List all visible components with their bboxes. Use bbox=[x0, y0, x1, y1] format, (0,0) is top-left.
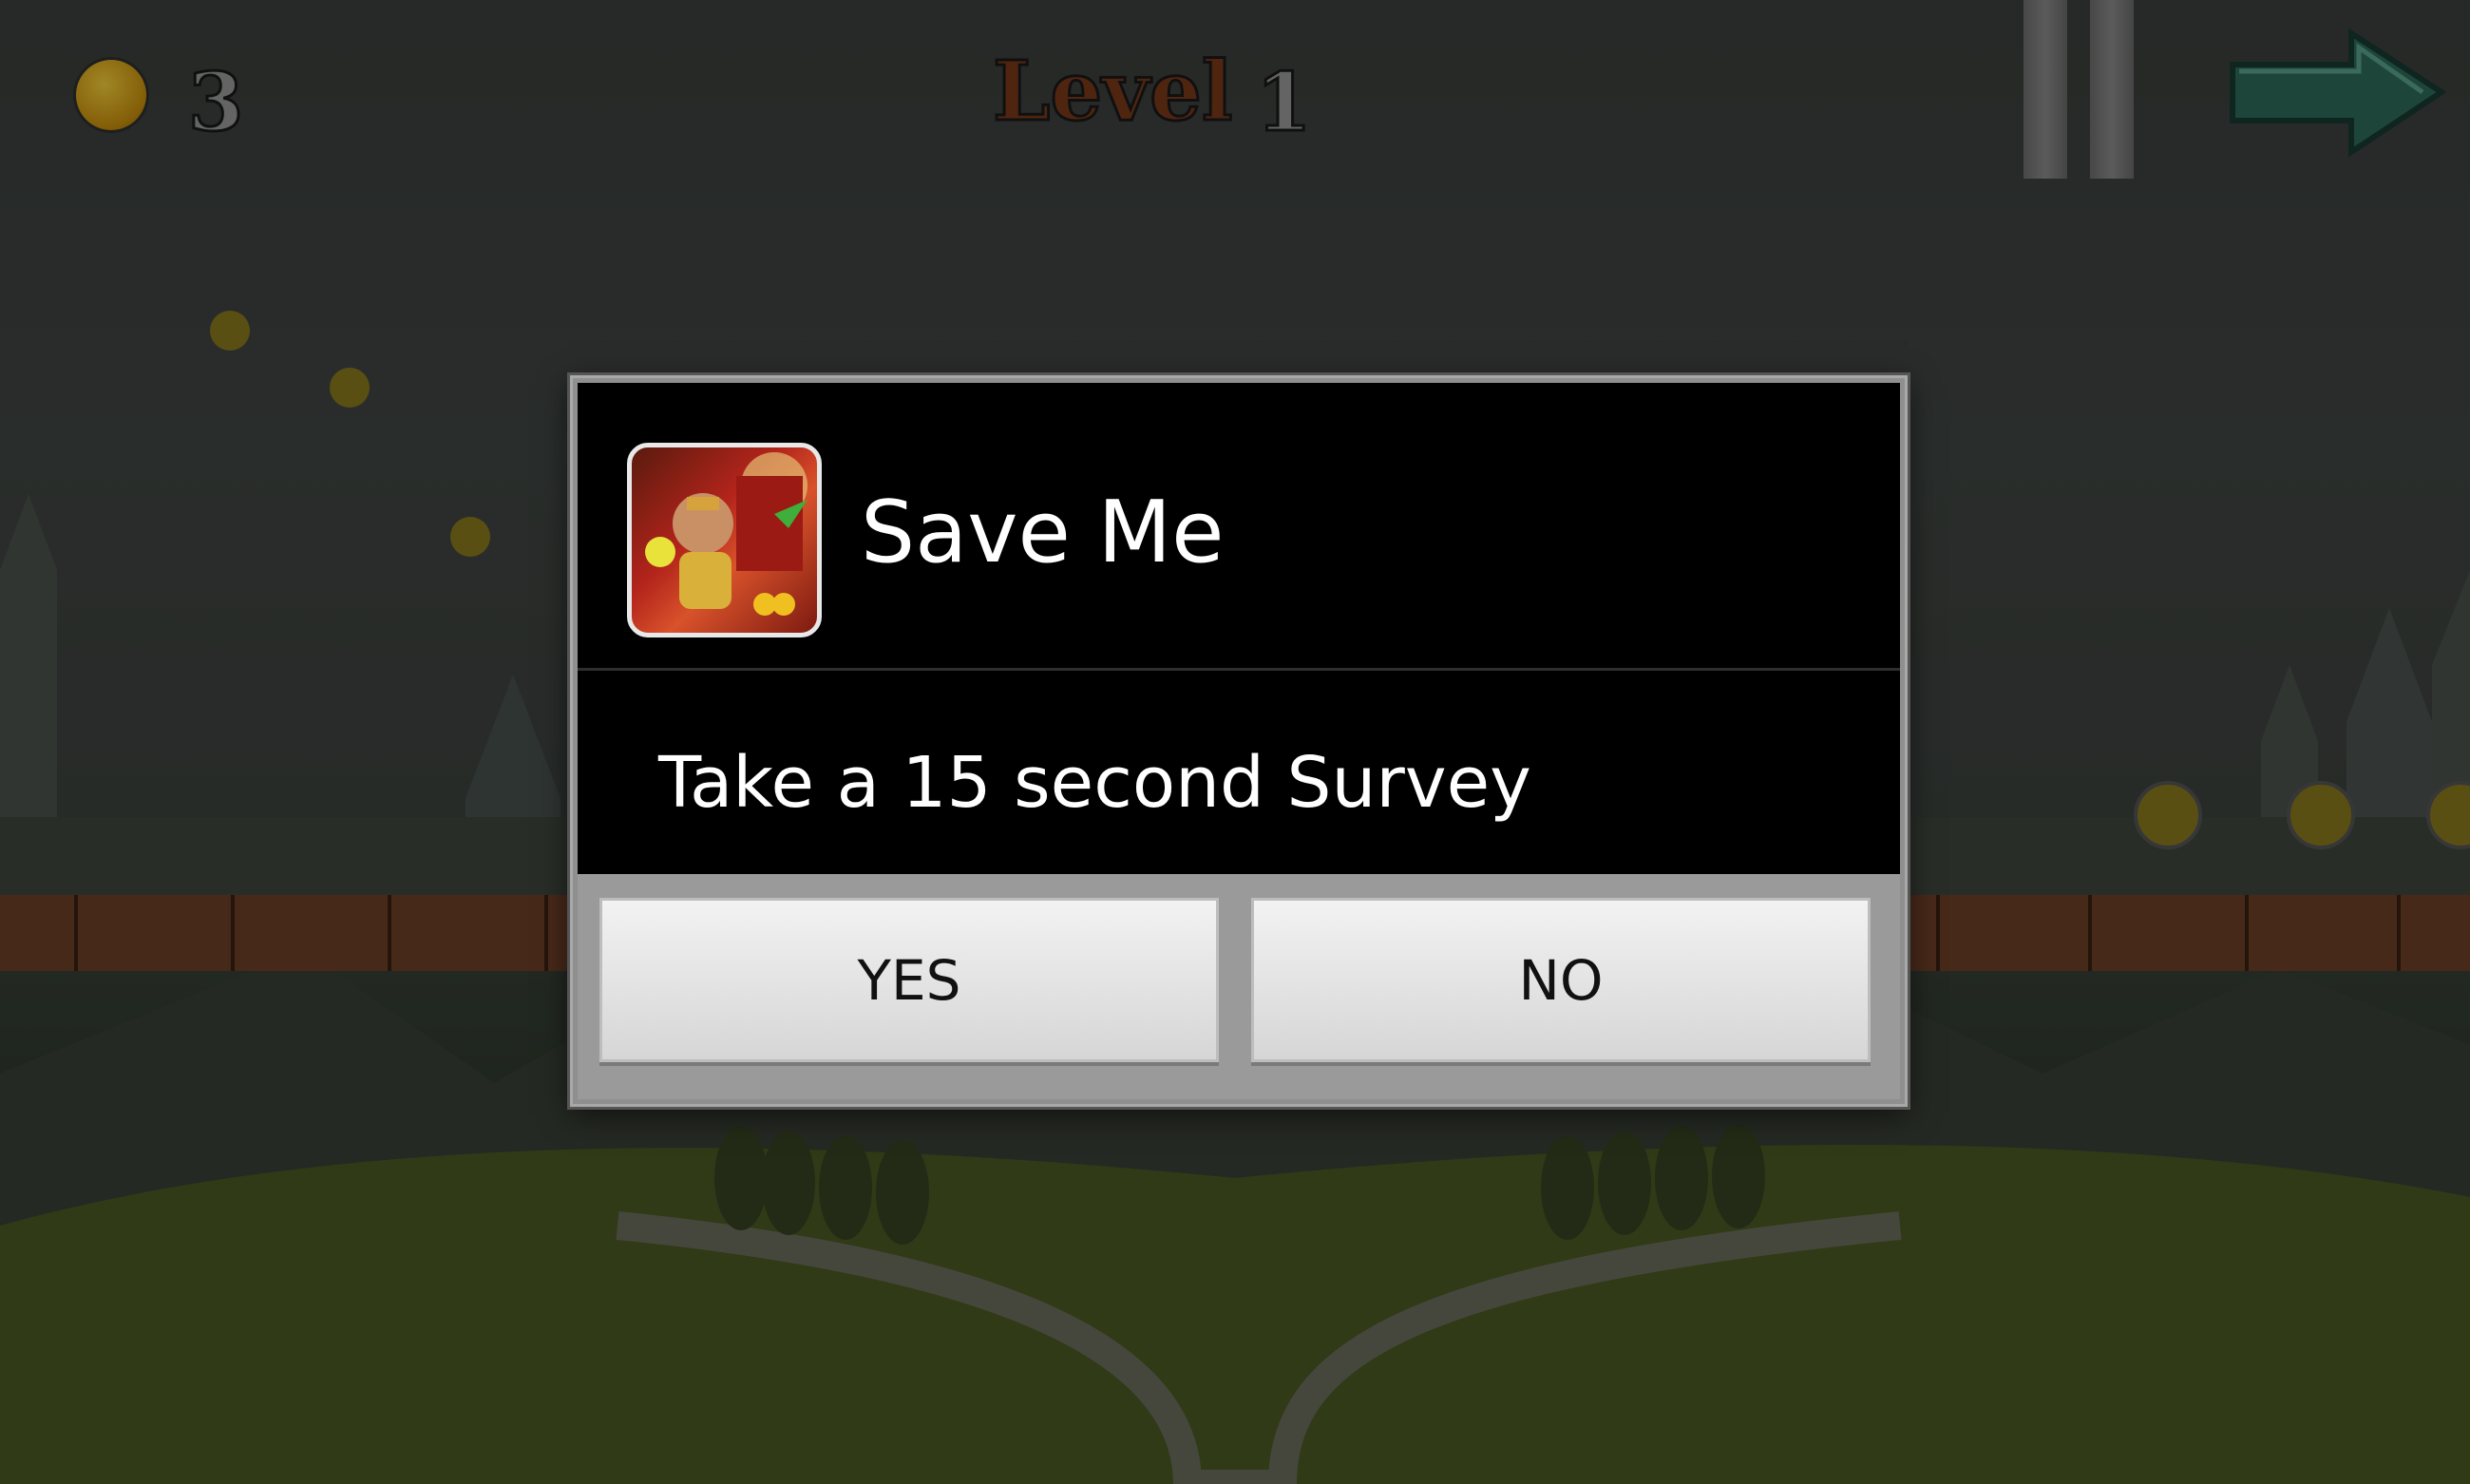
yes-button[interactable]: YES bbox=[599, 898, 1219, 1062]
app-icon bbox=[627, 443, 822, 637]
dialog-body: Take a 15 second Survey bbox=[578, 671, 1900, 874]
dialog-button-bar: YES NO bbox=[578, 874, 1900, 1099]
dialog-message: Take a 15 second Survey bbox=[658, 742, 1531, 824]
dialog-title: Save Me bbox=[861, 483, 1225, 582]
dialog-header: Save Me bbox=[578, 383, 1900, 668]
save-me-dialog: Save Me Take a 15 second Survey YES NO bbox=[570, 375, 1908, 1107]
no-button[interactable]: NO bbox=[1251, 898, 1871, 1062]
game-screen: 3 Level 1 Save Me Take a 15 second Surve… bbox=[0, 0, 2470, 1484]
